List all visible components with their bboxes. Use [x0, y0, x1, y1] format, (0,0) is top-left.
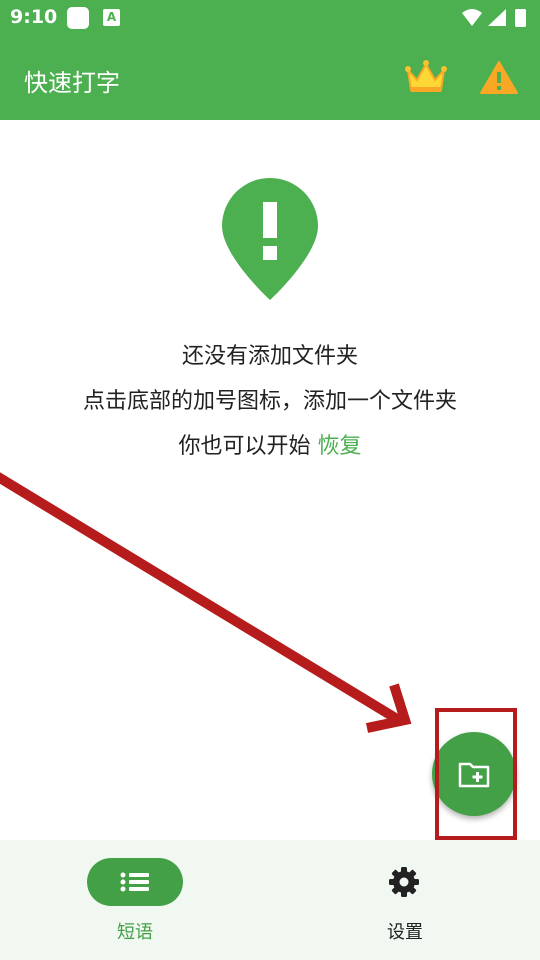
nav-item-settings[interactable]: 设置 — [270, 840, 540, 960]
signal-icon — [488, 9, 506, 26]
bottom-nav: 短语 设置 — [0, 840, 540, 960]
app-title: 快速打字 — [24, 69, 120, 97]
nav-active-indicator — [87, 858, 183, 906]
gear-icon — [389, 867, 419, 897]
empty-state-restore-line: 你也可以开始 恢复 — [0, 428, 540, 460]
restore-link[interactable]: 恢复 — [317, 434, 361, 459]
add-folder-icon — [458, 762, 490, 788]
warning-icon[interactable] — [479, 60, 519, 96]
empty-state-title: 还没有添加文件夹 — [181, 344, 358, 369]
list-icon — [120, 872, 149, 892]
crown-icon[interactable] — [404, 58, 448, 98]
system-icons — [460, 7, 532, 33]
app-bar: 快速打字 — [0, 36, 540, 120]
status-bar: 9:10 A — [0, 0, 540, 36]
battery-icon — [515, 9, 526, 27]
restore-prefix: 你也可以开始 — [178, 434, 318, 459]
square-app-icon — [67, 7, 89, 29]
nav-label-phrases: 短语 — [117, 922, 153, 943]
wifi-icon — [462, 9, 482, 26]
empty-state-hint: 点击底部的加号图标，添加一个文件夹 — [82, 389, 457, 414]
status-time: 9:10 — [10, 6, 58, 28]
nav-label-settings: 设置 — [387, 922, 423, 943]
annotation-arrow — [0, 472, 412, 733]
a-icon: A — [103, 9, 120, 26]
add-folder-button[interactable] — [432, 732, 516, 816]
empty-state-alert-icon — [220, 178, 320, 302]
nav-item-phrases[interactable]: 短语 — [0, 840, 270, 960]
